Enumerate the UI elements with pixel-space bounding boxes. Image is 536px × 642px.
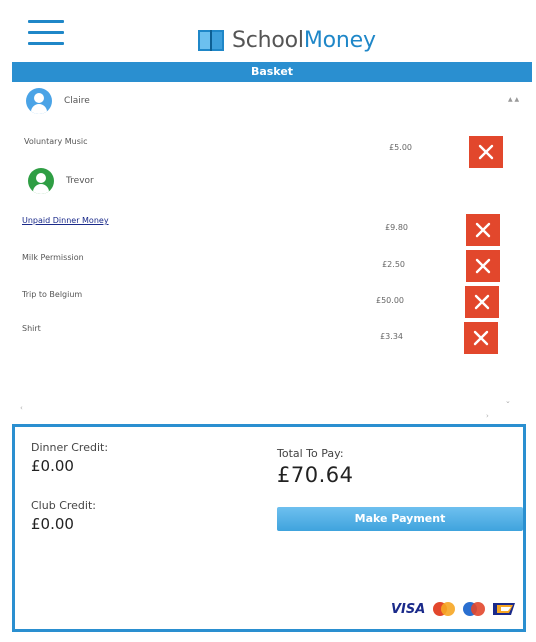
close-icon xyxy=(475,258,491,274)
person-name: Trevor xyxy=(66,176,94,186)
close-icon xyxy=(473,330,489,346)
scroll-left-arrow-icon[interactable]: ‹ xyxy=(20,404,23,412)
item-price: £9.80 xyxy=(385,223,408,232)
logo-text-school: School xyxy=(232,27,304,53)
schoolmoney-logo: SchoolMoney xyxy=(196,27,376,53)
remove-item-button[interactable] xyxy=(466,214,500,246)
item-name: Milk Permission xyxy=(22,253,84,262)
close-icon xyxy=(474,294,490,310)
dinner-credit-label: Dinner Credit: xyxy=(31,441,109,454)
close-icon xyxy=(475,222,491,238)
maestro-icon xyxy=(463,602,486,616)
total-to-pay-label: Total To Pay: xyxy=(277,447,344,460)
close-icon xyxy=(478,144,494,160)
avatar-icon xyxy=(28,168,54,194)
remove-item-button[interactable] xyxy=(464,322,498,354)
club-credit-value: £0.00 xyxy=(31,515,74,533)
item-price: £5.00 xyxy=(389,143,412,152)
person-name: Claire xyxy=(64,96,90,106)
scroll-down-arrow-icon[interactable]: ⌄ xyxy=(505,397,511,405)
card-provider-icon xyxy=(493,603,516,615)
scroll-right-arrow-icon[interactable]: › xyxy=(486,412,489,420)
person-header-trevor: Trevor xyxy=(28,168,94,194)
dinner-credit-value: £0.00 xyxy=(31,457,74,475)
item-name: Shirt xyxy=(22,324,41,333)
person-header-claire: Claire xyxy=(26,88,90,114)
club-credit-label: Club Credit: xyxy=(31,499,96,512)
scroll-up-arrow-icon[interactable]: ▲ ▲ xyxy=(508,96,519,103)
make-payment-button[interactable]: Make Payment xyxy=(277,507,523,531)
item-price: £50.00 xyxy=(376,296,404,305)
accepted-cards: VISA xyxy=(391,601,521,617)
mastercard-icon xyxy=(433,602,456,616)
avatar-icon xyxy=(26,88,52,114)
book-logo-icon xyxy=(198,30,224,51)
app-frame: SchoolMoney Basket ▲ ▲ Claire Voluntary … xyxy=(0,0,532,640)
basket-title-bar: Basket xyxy=(12,62,532,82)
remove-item-button[interactable] xyxy=(469,136,503,168)
logo-text-money: Money xyxy=(303,27,376,53)
total-to-pay-value: £70.64 xyxy=(277,463,354,487)
item-name: Trip to Belgium xyxy=(22,290,83,299)
item-price: £2.50 xyxy=(382,260,405,269)
remove-item-button[interactable] xyxy=(466,250,500,282)
visa-logo: VISA xyxy=(391,601,426,617)
item-name: Voluntary Music xyxy=(24,137,88,146)
remove-item-button[interactable] xyxy=(465,286,499,318)
app-header: SchoolMoney xyxy=(0,0,532,58)
menu-icon[interactable] xyxy=(28,20,64,46)
item-name-link[interactable]: Unpaid Dinner Money xyxy=(22,216,109,225)
payment-summary-panel: Dinner Credit: £0.00 Club Credit: £0.00 … xyxy=(12,424,526,632)
item-price: £3.34 xyxy=(380,332,403,341)
